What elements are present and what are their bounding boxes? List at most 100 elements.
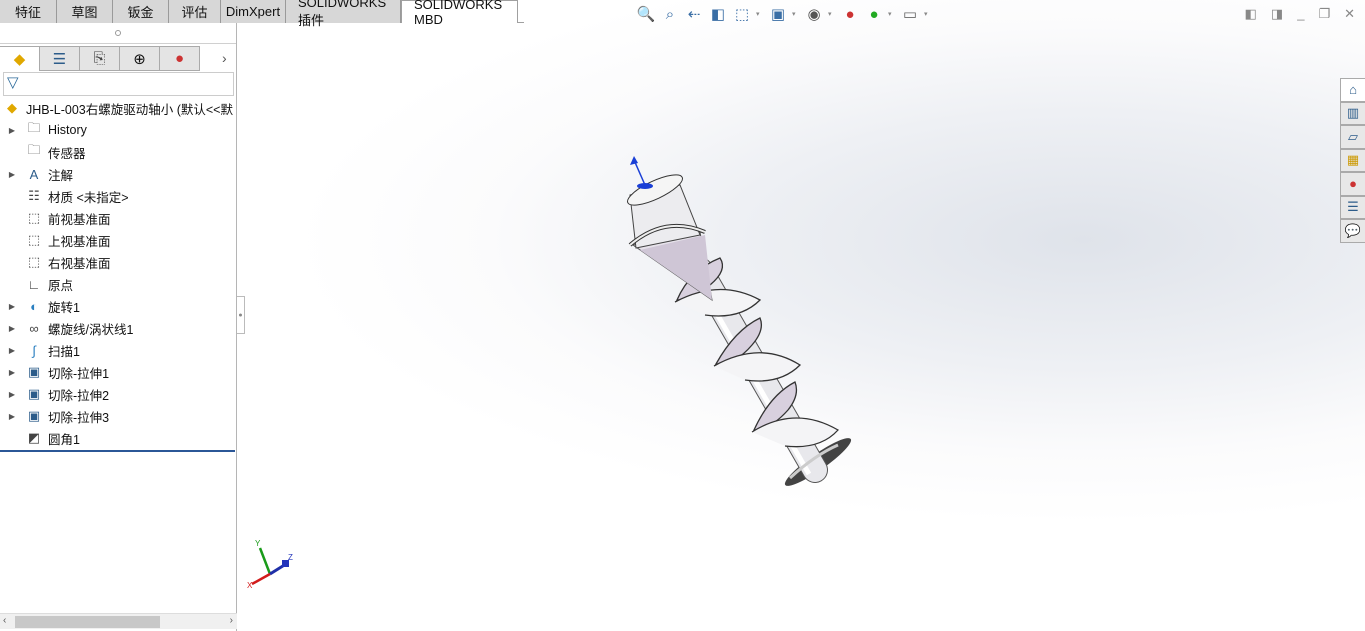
tree-item[interactable]: 🗀 传感器 [0, 141, 236, 163]
horizontal-scrollbar[interactable]: ‹ › [0, 613, 237, 629]
tree-item-label: 切除-拉伸2 [48, 388, 110, 403]
dimxpert-manager-icon: ⊕ [133, 50, 146, 68]
scroll-right-icon[interactable]: › [230, 615, 233, 626]
chevron-right-icon[interactable]: › [222, 50, 227, 66]
tree-filter-input[interactable]: ▽ [3, 72, 234, 96]
restore-icon[interactable]: ❐ [1318, 6, 1330, 22]
tree-item-label: 切除-拉伸1 [48, 366, 110, 381]
tree-item[interactable]: ⬚ 右视基准面 [0, 251, 236, 273]
cut-extrude-icon: ▣ [27, 408, 41, 423]
plane-icon: ⬚ [27, 254, 41, 269]
scroll-left-icon[interactable]: ‹ [3, 615, 6, 626]
tree-item-label: 注解 [48, 168, 74, 183]
tab-features[interactable]: 特征 [0, 0, 57, 23]
expand-arrow-icon[interactable]: ▶ [0, 346, 24, 355]
expand-arrow-icon[interactable]: ▶ [0, 302, 24, 311]
tab-dimxpert[interactable]: DimXpert [221, 0, 286, 23]
view-settings-icon[interactable]: ▭ [900, 4, 920, 24]
display-style-icon[interactable]: ▣ [768, 4, 788, 24]
forum-icon[interactable]: 💬 [1340, 219, 1365, 243]
cut-extrude-icon: ▣ [27, 386, 41, 401]
property-manager-tab[interactable]: ☰ [40, 46, 80, 71]
origin-icon: ∟ [27, 276, 41, 292]
tree-item[interactable]: ▶ ◐ 旋转1 [0, 295, 236, 317]
view-orientation-icon[interactable]: ⬚ [732, 4, 752, 24]
close-icon[interactable]: ✕ [1344, 6, 1355, 22]
tab-solidworks-mbd[interactable]: SOLIDWORKS MBD [401, 0, 518, 27]
tab-solidworks-addins[interactable]: SOLIDWORKS 插件 [286, 0, 401, 28]
section-view-icon[interactable]: ◧ [708, 4, 728, 24]
tree-item[interactable]: ▶ ▣ 切除-拉伸2 [0, 383, 236, 405]
home-icon[interactable]: ⌂ [1340, 78, 1365, 102]
tile-right-icon[interactable]: ◨ [1271, 6, 1283, 22]
tab-evaluate[interactable]: 评估 [169, 0, 221, 23]
triad-z-label: Z [288, 553, 293, 562]
tree-item[interactable]: ∟ 原点 [0, 273, 236, 295]
display-manager-tab[interactable]: ● [160, 46, 200, 71]
chevron-down-icon[interactable]: ▾ [828, 10, 836, 18]
design-library-icon[interactable]: ▥ [1340, 101, 1365, 125]
previous-view-icon[interactable]: ⇠ [684, 4, 704, 24]
expand-arrow-icon[interactable]: ▶ [0, 390, 24, 399]
tree-item[interactable]: ▶ A 注解 [0, 163, 236, 185]
tree-item-label: 旋转1 [48, 300, 80, 315]
chevron-down-icon[interactable]: ▾ [756, 10, 764, 18]
chevron-down-icon[interactable]: ▾ [888, 10, 896, 18]
tree-item[interactable]: ▶ ∞ 螺旋线/涡状线1 [0, 317, 236, 339]
edit-appearance-icon[interactable]: ● [840, 4, 860, 24]
tree-item[interactable]: ▶ ▣ 切除-拉伸3 [0, 405, 236, 427]
command-manager-tabs: 特征 草图 钣金 评估 DimXpert SOLIDWORKS 插件 SOLID… [0, 0, 524, 28]
feature-manager-icon: ◆ [13, 51, 26, 68]
appearances-icon[interactable]: ● [1340, 172, 1365, 196]
file-explorer-icon[interactable]: ▱ [1340, 125, 1365, 149]
feature-manager-panel: ◆ ☰ ⎘ ⊕ ● › ▽ ◆ JHB-L-003右螺旋驱动轴小 (默认<<默 … [0, 23, 237, 631]
zoom-to-fit-icon[interactable]: 🔍 [636, 4, 656, 24]
tree-root-part[interactable]: ◆ JHB-L-003右螺旋驱动轴小 (默认<<默 [2, 98, 233, 118]
custom-properties-icon[interactable]: ☰ [1340, 195, 1365, 219]
rollback-bar[interactable] [0, 450, 235, 452]
graphics-area[interactable]: Y Z X [238, 0, 1365, 631]
expand-arrow-icon[interactable]: ▶ [0, 126, 24, 135]
hide-show-icon[interactable]: ◉ [804, 4, 824, 24]
chevron-down-icon[interactable]: ▾ [924, 10, 932, 18]
view-triad: Y Z X [247, 539, 293, 590]
tree-item[interactable]: ☷ 材质 <未指定> [0, 185, 236, 207]
tree-item-label: 原点 [48, 278, 74, 293]
tile-left-icon[interactable]: ◧ [1245, 6, 1257, 22]
expand-arrow-icon[interactable]: ▶ [0, 324, 24, 333]
panel-grip[interactable] [0, 23, 236, 44]
chevron-down-icon[interactable]: ▾ [792, 10, 800, 18]
material-icon: ☷ [28, 188, 40, 203]
tree-item-label: 前视基准面 [48, 212, 111, 227]
tree-item-label: 螺旋线/涡状线1 [48, 322, 134, 337]
apply-scene-icon[interactable]: ● [864, 4, 884, 24]
feature-manager-tab[interactable]: ◆ [0, 46, 40, 71]
zoom-to-area-icon[interactable]: ⌕ [660, 4, 680, 24]
history-folder-icon: 🗀 [27, 120, 41, 135]
tree-item[interactable]: ⬚ 上视基准面 [0, 229, 236, 251]
tree-item[interactable]: ⬚ 前视基准面 [0, 207, 236, 229]
tree-item[interactable]: ▶ 🗀 History [0, 119, 236, 141]
dimxpert-manager-tab[interactable]: ⊕ [120, 46, 160, 71]
expand-arrow-icon[interactable]: ▶ [0, 368, 24, 377]
heads-up-toolbar: 🔍 ⌕ ⇠ ◧ ⬚ ▾ ▣ ▾ ◉ ▾ ● ● ▾ ▭ ▾ [636, 4, 932, 24]
display-manager-icon: ● [174, 50, 185, 67]
expand-arrow-icon[interactable]: ▶ [0, 170, 24, 179]
tree-item[interactable]: ◩ 圆角1 [0, 427, 236, 449]
cut-extrude-icon: ▣ [27, 364, 41, 379]
part-icon: ◆ [7, 100, 17, 115]
minimize-icon[interactable]: _ [1297, 6, 1304, 22]
scrollbar-thumb[interactable] [15, 616, 160, 628]
expand-arrow-icon[interactable]: ▶ [0, 412, 24, 421]
tree-item-label: 上视基准面 [48, 234, 111, 249]
tab-sketch[interactable]: 草图 [57, 0, 113, 23]
tree-item[interactable]: ▶ ▣ 切除-拉伸1 [0, 361, 236, 383]
tree-item[interactable]: ▶ ∫ 扫描1 [0, 339, 236, 361]
helix-icon: ∞ [29, 320, 39, 336]
revolve-icon: ◐ [30, 298, 38, 314]
configuration-manager-tab[interactable]: ⎘ [80, 46, 120, 71]
view-palette-icon[interactable]: ▦ [1340, 148, 1365, 172]
model-view[interactable]: Y Z X [238, 0, 1365, 631]
panel-collapse-handle[interactable]: ● [237, 296, 245, 334]
tab-sheet-metal[interactable]: 钣金 [113, 0, 169, 23]
